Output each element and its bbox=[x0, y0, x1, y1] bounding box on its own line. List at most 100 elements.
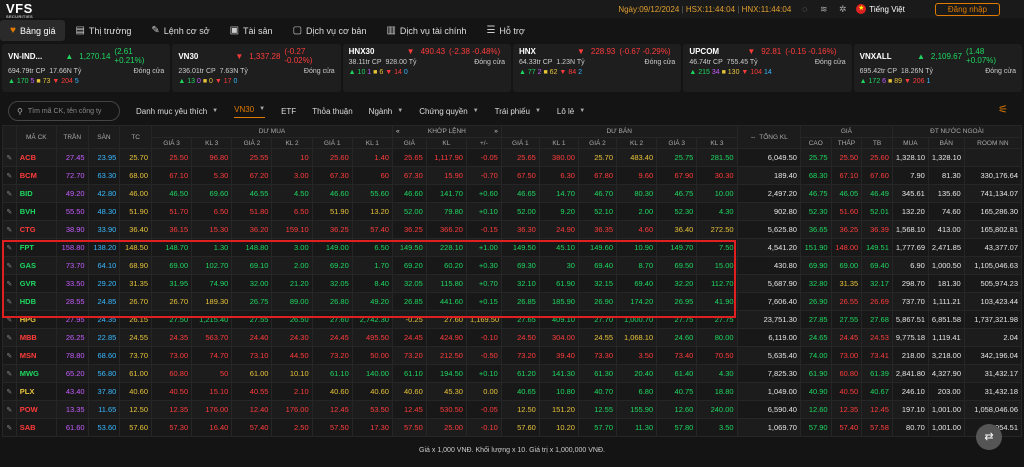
language-selector[interactable]: Tiếng Việt bbox=[869, 5, 905, 14]
cell bbox=[963, 148, 1023, 167]
pin-icon[interactable]: ✎ bbox=[2, 328, 17, 347]
chat-icon[interactable]: ◌ bbox=[799, 4, 810, 15]
cell: 24.45 bbox=[311, 328, 353, 347]
nav-item-1[interactable]: ▤ Thị trường bbox=[65, 20, 141, 41]
nav-item-3[interactable]: ▣ Tài sản bbox=[220, 20, 283, 41]
symbol-cell[interactable]: MBB bbox=[15, 328, 57, 347]
table-row[interactable]: ✎ GAS 73.70 64.10 68.90 69.00 102.70 69.10 2.00 6… bbox=[2, 256, 1023, 275]
gear-icon[interactable]: ✲ bbox=[837, 4, 848, 15]
table-row[interactable]: ✎ SAB 61.60 53.60 57.60 57.30 16.40 57.40 2.50 57… bbox=[2, 418, 1023, 437]
unchanged-icon: ■ bbox=[202, 78, 208, 85]
symbol-cell[interactable]: BID bbox=[15, 184, 57, 203]
table-row[interactable]: ✎ FPT 158.80 138.20 148.50 148.70 1.30 148.80 3.… bbox=[2, 238, 1023, 257]
pin-icon[interactable]: ✎ bbox=[2, 274, 17, 293]
table-row[interactable]: ✎ MBB 26.25 22.85 24.55 24.35 563.70 24.40 24.30… bbox=[2, 328, 1023, 347]
table-row[interactable]: ✎ MWG 65.20 56.80 61.00 60.80 50 61.00 10.10 61.1… bbox=[2, 364, 1023, 383]
symbol-cell[interactable]: MSN bbox=[15, 346, 57, 365]
filter-tab-2[interactable]: ETF bbox=[281, 105, 296, 118]
nav-item-6[interactable]: ☰ Hỗ trợ bbox=[476, 20, 534, 41]
cell: 1,215.40 bbox=[191, 310, 233, 329]
table-row[interactable]: ✎ MSN 78.80 68.60 73.70 73.00 74.70 73.10 44.50 7… bbox=[2, 346, 1023, 365]
symbol-cell[interactable]: SAB bbox=[15, 418, 57, 437]
login-button[interactable]: Đăng nhập bbox=[934, 2, 1000, 16]
cell: 36.25 bbox=[311, 220, 353, 239]
filter-tab-5[interactable]: Chứng quyền ▼ bbox=[419, 105, 478, 118]
search-input[interactable]: ⚲ Tìm mã CK, tên công ty bbox=[8, 101, 120, 121]
index-card[interactable]: HNX ▼ 228.93 (-0.67 -0.29%) 64.33tr CP 1.23N… bbox=[512, 44, 682, 92]
filter-tab-4[interactable]: Ngành ▼ bbox=[369, 105, 404, 118]
cell: 11.30 bbox=[615, 418, 658, 437]
pin-icon[interactable]: ✎ bbox=[2, 418, 17, 437]
header-symbol[interactable]: MÃ CK bbox=[15, 125, 57, 149]
pin-icon[interactable]: ✎ bbox=[2, 310, 17, 329]
table-row[interactable]: ✎ ACB 27.45 23.95 25.70 25.50 96.80 25.55 10 25.6… bbox=[2, 148, 1023, 167]
filter-tab-6[interactable]: Trái phiếu ▼ bbox=[495, 105, 541, 118]
table-row[interactable]: ✎ CTG 38.90 33.90 36.40 36.15 15.30 36.20 159.10… bbox=[2, 220, 1023, 239]
pin-icon[interactable]: ✎ bbox=[2, 202, 17, 221]
pin-icon[interactable]: ✎ bbox=[2, 256, 17, 275]
pin-icon[interactable]: ✎ bbox=[2, 292, 17, 311]
cell: 366.20 bbox=[425, 220, 467, 239]
table-row[interactable]: ✎ HDB 28.55 24.85 26.70 26.70 189.30 26.75 89.00… bbox=[2, 292, 1023, 311]
cell: 148.70 bbox=[150, 238, 193, 257]
table-row[interactable]: ✎ PLX 43.40 37.80 40.60 40.50 15.10 40.55 2.10 40… bbox=[2, 382, 1023, 401]
index-card[interactable]: UPCOM ▼ 92.81 (-0.15 -0.16%) 46.74tr CP 755.… bbox=[683, 44, 852, 92]
symbol-cell[interactable]: GVR bbox=[15, 274, 57, 293]
filter-tab-label: Ngành bbox=[368, 106, 393, 116]
filter-tab-7[interactable]: Lô lẻ ▼ bbox=[557, 105, 585, 118]
cell: 185.90 bbox=[538, 292, 579, 311]
index-card[interactable]: VN30 ▼ 1,337.28 (-0.27 -0.02%) 236.01tr CP 7… bbox=[172, 44, 341, 92]
nav-item-4[interactable]: ▢ Dịch vụ cơ bản bbox=[283, 20, 377, 41]
cell: 41.90 bbox=[696, 292, 738, 311]
nav-item-2[interactable]: ✎ Lệnh cơ sở bbox=[141, 20, 219, 41]
expand-icon[interactable]: ⇔ bbox=[750, 134, 757, 141]
pin-icon[interactable]: ✎ bbox=[2, 364, 17, 383]
table-row[interactable]: ✎ BVH 55.50 48.30 51.90 51.70 6.50 51.80 6.50 51.… bbox=[2, 202, 1023, 221]
index-card[interactable]: VNXALL ▲ 2,109.67 (1.48 +0.07%) 695.42tr CP … bbox=[853, 44, 1022, 92]
index-card[interactable]: VN-IND... ▲ 1,270.14 (2.61 +0.21%) 694.79tr … bbox=[2, 44, 171, 92]
table-row[interactable]: ✎ BID 49.20 42.80 46.00 46.50 69.60 46.55 4.50 46… bbox=[2, 184, 1023, 203]
hsx-label: HSX: bbox=[685, 4, 705, 14]
table-row[interactable]: ✎ HPG 27.95 24.35 26.15 27.50 1,215.40 27.55 26.… bbox=[2, 310, 1023, 329]
filter-tab-1[interactable]: VN30 ▼ bbox=[234, 105, 266, 118]
cell: 7.50 bbox=[696, 238, 738, 257]
unchanged-icon: ■ bbox=[543, 69, 548, 76]
column-settings-icon[interactable]: ⚟ bbox=[998, 103, 1008, 116]
pin-icon[interactable]: ✎ bbox=[2, 346, 17, 365]
collapse-right-icon[interactable]: » bbox=[494, 128, 498, 135]
pin-icon[interactable]: ✎ bbox=[2, 400, 17, 419]
symbol-cell[interactable]: HPG bbox=[15, 310, 57, 329]
symbol-cell[interactable]: POW bbox=[15, 400, 57, 419]
pin-icon[interactable]: ✎ bbox=[2, 238, 17, 257]
pin-icon[interactable]: ✎ bbox=[2, 148, 17, 167]
pin-icon[interactable]: ✎ bbox=[2, 382, 17, 401]
table-row[interactable]: ✎ POW 13.35 11.65 12.50 12.35 176.00 12.40 176.0… bbox=[2, 400, 1023, 419]
advance-icon: ▲ bbox=[859, 78, 867, 85]
symbol-cell[interactable]: CTG bbox=[15, 220, 57, 239]
nav-item-0[interactable]: ♥ Bảng giá bbox=[0, 20, 66, 41]
symbol-cell[interactable]: MWG bbox=[15, 364, 57, 383]
pin-icon[interactable]: ✎ bbox=[2, 220, 17, 239]
nav-item-5[interactable]: ▥ Dịch vụ tài chính bbox=[376, 20, 476, 41]
pin-icon[interactable]: ✎ bbox=[2, 184, 17, 203]
table-row[interactable]: ✎ GVR 33.50 29.20 31.35 31.95 74.90 32.00 21.20 3… bbox=[2, 274, 1023, 293]
symbol-cell[interactable]: PLX bbox=[15, 382, 57, 401]
cell: 69.30 bbox=[500, 256, 540, 275]
symbol-cell[interactable]: BVH bbox=[15, 202, 57, 221]
collapse-left-icon[interactable]: « bbox=[396, 128, 400, 135]
market-clock: Ngày:09/12/2024 | HSX:11:44:04 | HNX:11:… bbox=[618, 4, 792, 14]
pin-icon[interactable]: ✎ bbox=[2, 166, 17, 185]
symbol-cell[interactable]: ACB bbox=[15, 148, 57, 167]
swap-view-fab[interactable]: ⇄ bbox=[976, 424, 1002, 450]
cell: 31,432.17 bbox=[963, 364, 1023, 383]
index-card[interactable]: HNX30 ▼ 490.43 (-2.38 -0.48%) 38.11tr CP 928… bbox=[342, 44, 511, 92]
table-row[interactable]: ✎ BCM 72.70 63.30 68.00 67.10 5.30 67.20 3.00 67.… bbox=[2, 166, 1023, 185]
symbol-cell[interactable]: HDB bbox=[15, 292, 57, 311]
filter-tab-3[interactable]: Thỏa thuận bbox=[312, 105, 352, 118]
cell: 27.75 bbox=[696, 310, 738, 329]
symbol-cell[interactable]: GAS bbox=[15, 256, 57, 275]
symbol-cell[interactable]: BCM bbox=[15, 166, 57, 185]
symbol-cell[interactable]: FPT bbox=[15, 238, 57, 257]
vfs-logo[interactable]: VFS SECURITIES bbox=[6, 1, 33, 19]
filter-tab-0[interactable]: Danh mục yêu thích ▼ bbox=[136, 105, 218, 118]
